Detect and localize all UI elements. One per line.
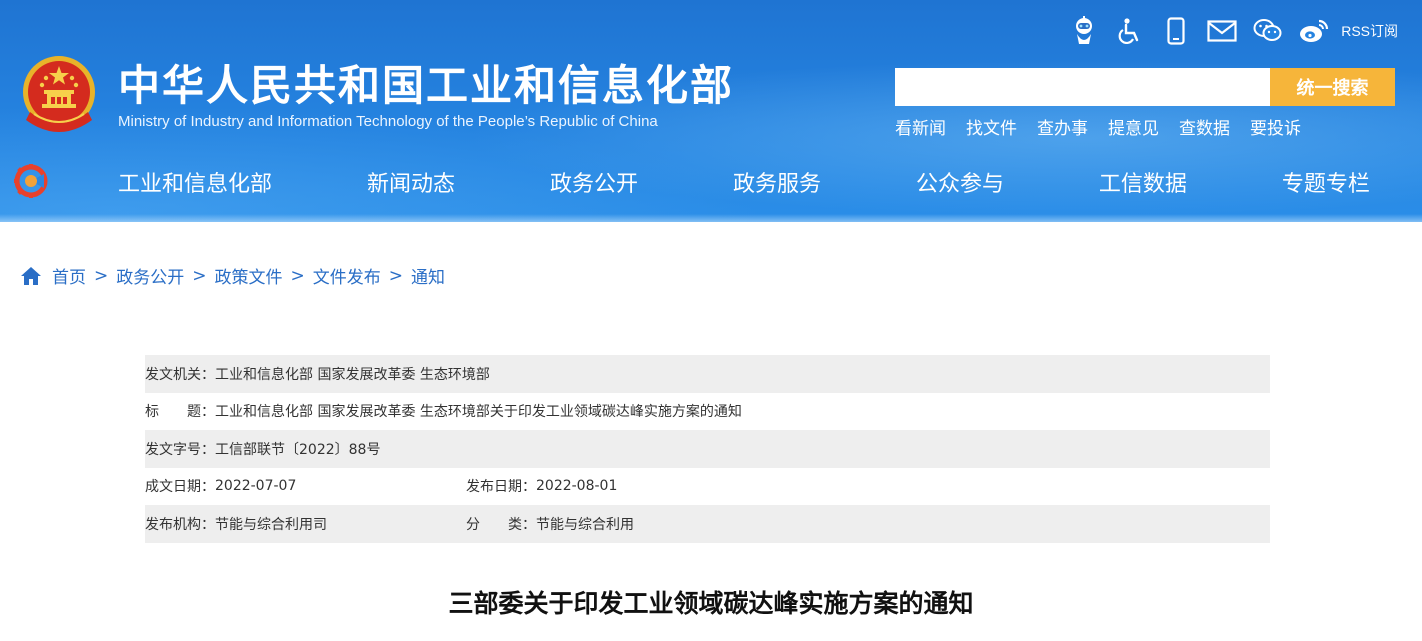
search-input[interactable] [895,68,1270,106]
category-label: 分 类： [466,516,536,533]
published-date-label: 发布日期： [466,479,536,496]
published-date-cell: 发布日期： 2022-08-01 [466,476,617,496]
utility-bar: RSS订阅 [1061,14,1398,48]
meta-row-issuer: 发文机关： 工业和信息化部 国家发展改革委 生态环境部 [145,355,1270,393]
meta-row-dates: 成文日期： 2022-07-07 发布日期： 2022-08-01 [145,467,1270,505]
mobile-icon[interactable] [1153,14,1199,48]
site-header: 中华人民共和国工业和信息化部 Ministry of Industry and … [0,0,1422,222]
nav-item-government-affairs[interactable]: 政务公开 [550,166,638,198]
category-cell: 分 类： 节能与综合利用 [466,514,634,534]
issuer-label: 发文机关： [145,366,215,383]
quick-links: 看新闻 找文件 查办事 提意见 查数据 要投诉 [895,114,1301,139]
accessibility-icon[interactable] [1107,14,1153,48]
mail-icon[interactable] [1199,14,1245,48]
org-label: 发布机构： [145,516,215,533]
nav-item-ministry[interactable]: 工业和信息化部 [118,166,272,198]
breadcrumb: 首页 > 政务公开 > 政策文件 > 文件发布 > 通知 [20,263,445,288]
document-meta-table: 发文机关： 工业和信息化部 国家发展改革委 生态环境部 标 题： 工业和信息化部… [145,355,1270,543]
created-date-label: 成文日期： [145,479,215,496]
meta-row-doc-number: 发文字号： 工信部联节〔2022〕88号 [145,430,1270,468]
meta-row-title: 标 题： 工业和信息化部 国家发展改革委 生态环境部关于印发工业领域碳达峰实施方… [145,392,1270,430]
site-title-chinese: 中华人民共和国工业和信息化部 [118,61,735,110]
breadcrumb-separator: > [388,265,403,286]
site-title-english: Ministry of Industry and Information Tec… [118,113,658,130]
quick-link-news[interactable]: 看新闻 [895,114,946,139]
national-emblem-icon[interactable] [20,54,98,136]
created-date-value: 2022-07-07 [215,478,297,495]
quick-link-complaint[interactable]: 要投诉 [1250,114,1301,139]
title-label: 标 题： [145,404,215,421]
weibo-icon[interactable] [1291,14,1337,48]
org-value: 节能与综合利用司 [215,516,327,533]
doc-number-label: 发文字号： [145,441,215,458]
breadcrumb-government-affairs[interactable]: 政务公开 [116,263,184,288]
robot-assistant-icon[interactable] [1061,14,1107,48]
quick-link-documents[interactable]: 找文件 [966,114,1017,139]
nav-item-government-services[interactable]: 政务服务 [733,166,821,198]
org-cell: 发布机构： 节能与综合利用司 [145,514,466,534]
published-date-value: 2022-08-01 [536,478,618,495]
category-value: 节能与综合利用 [536,516,634,533]
breadcrumb-policy-documents[interactable]: 政策文件 [215,263,283,288]
main-nav: 工业和信息化部 新闻动态 政务公开 政务服务 公众参与 工信数据 专题专栏 [0,150,1422,216]
article-title: 三部委关于印发工业领域碳达峰实施方案的通知 [448,589,974,618]
nav-item-public-participation[interactable]: 公众参与 [916,166,1004,198]
breadcrumb-notice[interactable]: 通知 [411,263,445,288]
breadcrumb-separator: > [192,265,207,286]
quick-link-data[interactable]: 查数据 [1179,114,1230,139]
unified-search-button[interactable]: 统一搜索 [1270,68,1395,106]
title-value: 工业和信息化部 国家发展改革委 生态环境部关于印发工业领域碳达峰实施方案的通知 [215,404,742,421]
issuer-value: 工业和信息化部 国家发展改革委 生态环境部 [215,366,490,383]
nav-item-special-topics[interactable]: 专题专栏 [1282,166,1370,198]
nav-item-data[interactable]: 工信数据 [1099,166,1187,198]
doc-number-value: 工信部联节〔2022〕88号 [215,441,381,458]
breadcrumb-document-release[interactable]: 文件发布 [313,263,381,288]
home-icon[interactable] [20,266,42,286]
ministry-logo-icon[interactable] [14,164,52,198]
meta-row-org: 发布机构： 节能与综合利用司 分 类： 节能与综合利用 [145,505,1270,543]
rss-subscribe-link[interactable]: RSS订阅 [1341,21,1398,41]
search-box: 统一搜索 [895,68,1395,106]
breadcrumb-separator: > [290,265,305,286]
quick-link-services[interactable]: 查办事 [1037,114,1088,139]
breadcrumb-home[interactable]: 首页 [52,263,86,288]
breadcrumb-separator: > [94,265,109,286]
nav-item-news[interactable]: 新闻动态 [367,166,455,198]
quick-link-feedback[interactable]: 提意见 [1108,114,1159,139]
wechat-icon[interactable] [1245,14,1291,48]
created-date-cell: 成文日期： 2022-07-07 [145,476,466,496]
